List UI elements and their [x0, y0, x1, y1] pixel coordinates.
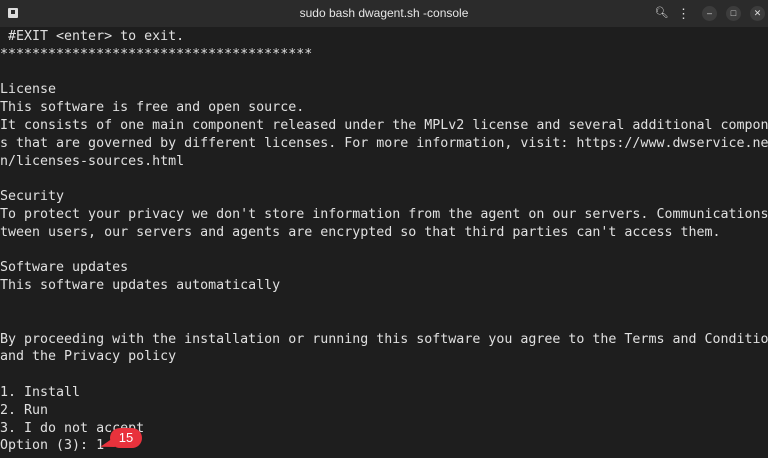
terminal-line: 1. Install	[0, 384, 81, 400]
terminal-line: It consists of one main component releas…	[0, 117, 768, 133]
terminal-line: #EXIT <enter> to exit.	[0, 29, 185, 44]
terminal-line: License	[0, 82, 57, 98]
terminal-line: 2. Run	[0, 402, 49, 418]
maximize-icon[interactable]: □	[726, 6, 741, 21]
terminal-line: s that are governed by different license…	[0, 135, 768, 151]
window-title: sudo bash dwagent.sh -console	[299, 6, 469, 20]
terminal-line: This software is free and open source.	[0, 100, 305, 116]
terminal-line: tween users, our servers and agents are …	[0, 224, 721, 240]
close-icon[interactable]: ✕	[750, 6, 765, 21]
search-icon[interactable]: 🔍︎	[654, 6, 669, 21]
terminal-line: To protect your privacy we don't store i…	[0, 206, 768, 222]
title-bar: sudo bash dwagent.sh -console 🔍︎ ⋮ – □ ✕	[0, 0, 768, 27]
menu-icon[interactable]: ⋮	[676, 6, 691, 21]
terminal-line: This software updates automatically	[0, 278, 281, 294]
step-annotation-badge: 15	[110, 428, 142, 448]
terminal-line: ***************************************	[0, 46, 313, 62]
terminal-line: Software updates	[0, 260, 129, 276]
terminal-line: By proceeding with the installation or r…	[0, 331, 768, 347]
terminal-output[interactable]: #EXIT <enter> to exit. ******************…	[0, 28, 768, 455]
terminal-line: n/licenses-sources.html	[0, 153, 185, 169]
terminal-line: and the Privacy policy	[0, 349, 177, 365]
minimize-icon[interactable]: –	[702, 6, 717, 21]
terminal-line: Security	[0, 189, 65, 205]
